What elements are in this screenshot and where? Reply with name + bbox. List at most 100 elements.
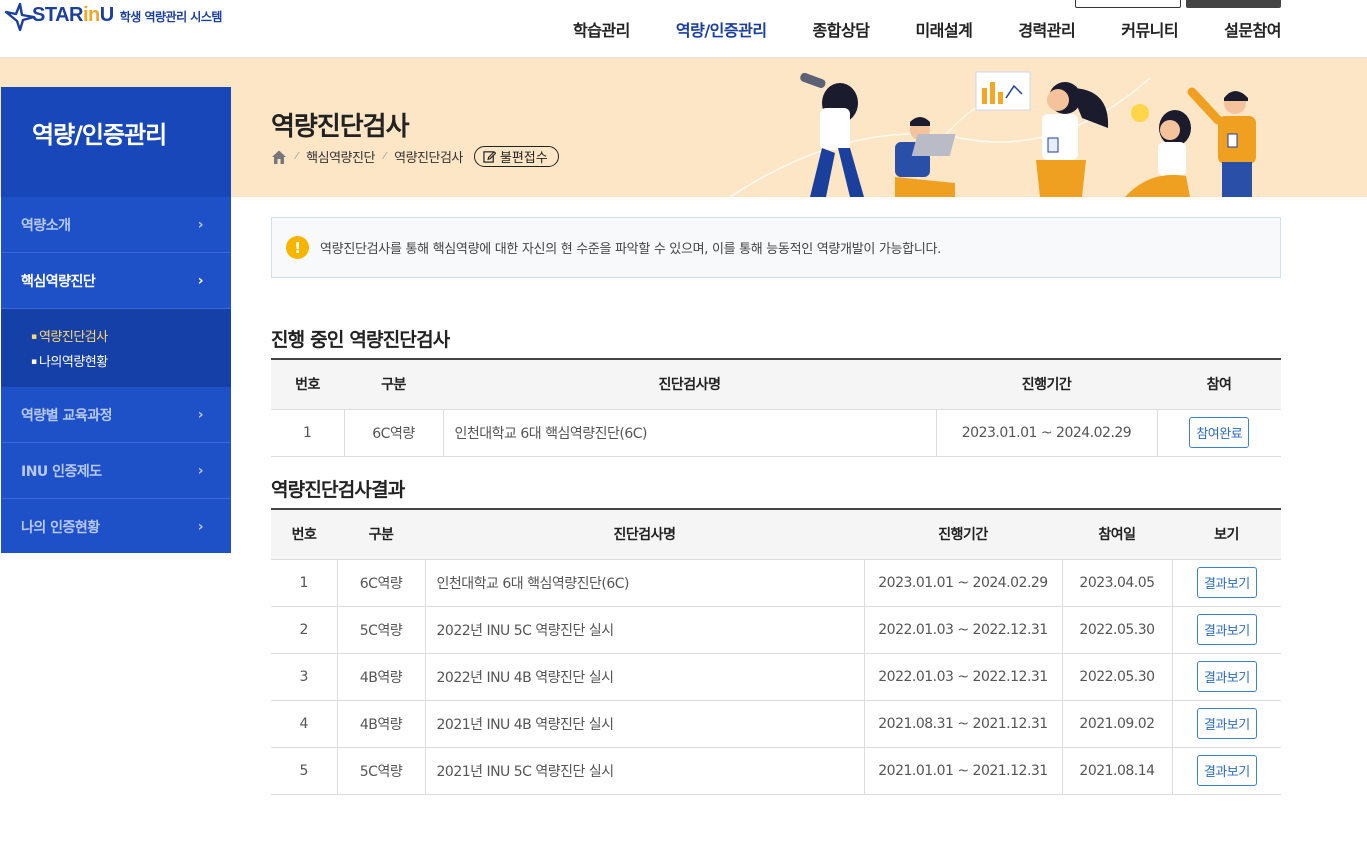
chevron-right-icon: ›	[197, 272, 204, 289]
column-header: 참여	[1157, 359, 1281, 410]
site-logo[interactable]: STARinU 학생 역량관리 시스템	[2, 2, 222, 32]
exclamation-icon: !	[286, 236, 309, 259]
cell-action: 결과보기	[1172, 700, 1281, 748]
logo-subtitle: 학생 역량관리 시스템	[119, 9, 223, 24]
breadcrumb-item[interactable]: 역량진단검사	[394, 147, 463, 166]
cell-period: 2021.08.31 ~ 2021.12.31	[864, 700, 1063, 748]
report-inconvenience-button[interactable]: 불편접수	[473, 146, 559, 167]
sidebar-item-intro[interactable]: 역량소개 ›	[1, 197, 231, 253]
logo-u-text: U	[99, 3, 114, 26]
breadcrumb-item[interactable]: 핵심역량진단	[306, 147, 375, 166]
cell-no: 4	[271, 700, 338, 748]
ongoing-section-title: 진행 중인 역량진단검사	[271, 329, 450, 351]
view-result-button[interactable]: 결과보기	[1196, 708, 1257, 739]
chevron-right-icon: ›	[197, 519, 204, 535]
nav-community[interactable]: 커뮤니티	[1121, 17, 1178, 41]
chevron-right-icon: ›	[197, 216, 204, 233]
column-header: 진행기간	[936, 359, 1157, 410]
cell-no: 1	[271, 409, 345, 457]
notice-text: 역량진단검사를 통해 핵심역량에 대한 자신의 현 수준을 파악할 수 있으며,…	[320, 242, 941, 257]
sidebar-item-label: INU 인증제도	[21, 463, 102, 480]
cell-name: 인천대학교 6대 핵심역량진단(6C)	[443, 409, 937, 457]
column-header: 구분	[337, 509, 425, 560]
star-logo-icon	[4, 2, 36, 32]
cell-type: 6C역량	[344, 409, 444, 457]
nav-competency[interactable]: 역량/인증관리	[676, 17, 767, 41]
cell-period: 2023.01.01 ~ 2024.02.29	[864, 559, 1063, 607]
breadcrumb-separator: ⁄	[296, 151, 298, 162]
cell-no: 5	[271, 747, 338, 795]
cell-name: 2021년 INU 5C 역량진단 실시	[425, 747, 865, 795]
results-section-title: 역량진단검사결과	[271, 479, 405, 501]
cell-period: 2022.01.03 ~ 2022.12.31	[864, 653, 1063, 701]
cell-type: 4B역량	[337, 700, 426, 748]
cell-action: 결과보기	[1172, 653, 1281, 701]
nav-future[interactable]: 미래설계	[915, 17, 972, 41]
sidebar-item-label: 핵심역량진단	[21, 273, 96, 290]
table-header-row: 번호 구분 진단검사명 진행기간 참여	[271, 359, 1281, 410]
submenu-item-my-status[interactable]: 나의역량현황	[31, 350, 231, 375]
table-row: 5 5C역량 2021년 INU 5C 역량진단 실시 2021.01.01 ~…	[271, 747, 1281, 795]
participation-complete-button[interactable]: 참여완료	[1189, 417, 1250, 448]
sidebar-item-core-diagnosis[interactable]: 핵심역량진단 ›	[1, 253, 231, 309]
cell-name: 2022년 INU 4B 역량진단 실시	[425, 653, 865, 701]
column-header: 번호	[271, 509, 337, 560]
results-table: 번호 구분 진단검사명 진행기간 참여일 보기 1 6C역량 인천대학교 6대 …	[271, 508, 1281, 795]
column-header: 구분	[344, 359, 443, 410]
cell-type: 5C역량	[337, 747, 426, 795]
column-header: 진단검사명	[425, 509, 864, 560]
view-result-button[interactable]: 결과보기	[1196, 661, 1257, 692]
top-util-button-2[interactable]	[1186, 0, 1281, 8]
cell-date: 2022.05.30	[1062, 653, 1173, 701]
ongoing-table: 번호 구분 진단검사명 진행기간 참여 1 6C역량 인천대학교 6대 핵심역량…	[271, 358, 1281, 457]
home-icon[interactable]	[271, 149, 287, 165]
cell-name: 2022년 INU 5C 역량진단 실시	[425, 606, 865, 654]
sidebar-submenu: 역량진단검사 나의역량현황	[1, 309, 231, 387]
table-row: 3 4B역량 2022년 INU 4B 역량진단 실시 2022.01.03 ~…	[271, 653, 1281, 701]
logo-star-text: STAR	[32, 3, 83, 26]
top-util-button-1[interactable]	[1075, 0, 1181, 8]
logo-in-text: in	[82, 3, 100, 26]
sidebar-item-label: 역량별 교육과정	[21, 407, 113, 424]
cell-date: 2023.04.05	[1062, 559, 1173, 607]
cell-action: 참여완료	[1157, 409, 1281, 457]
cell-date: 2021.08.14	[1062, 747, 1173, 795]
table-row: 1 6C역량 인천대학교 6대 핵심역량진단(6C) 2023.01.01 ~ …	[271, 409, 1281, 457]
cell-no: 2	[271, 606, 338, 654]
nav-learning[interactable]: 학습관리	[573, 17, 630, 41]
cell-action: 결과보기	[1172, 559, 1281, 607]
cell-period: 2023.01.01 ~ 2024.02.29	[936, 409, 1158, 457]
cell-no: 3	[271, 653, 338, 701]
cell-period: 2021.01.01 ~ 2021.12.31	[864, 747, 1063, 795]
view-result-button[interactable]: 결과보기	[1196, 755, 1257, 786]
breadcrumb: ⁄ 핵심역량진단 ⁄ 역량진단검사 불편접수	[271, 146, 559, 167]
submenu-item-diagnosis-test[interactable]: 역량진단검사	[31, 325, 231, 350]
cell-name: 인천대학교 6대 핵심역량진단(6C)	[425, 559, 865, 607]
breadcrumb-separator: ⁄	[383, 151, 386, 162]
column-header: 참여일	[1062, 509, 1172, 560]
nav-career[interactable]: 경력관리	[1018, 17, 1075, 41]
view-result-button[interactable]: 결과보기	[1196, 567, 1257, 598]
chevron-right-icon: ›	[197, 406, 204, 423]
sidebar-item-label: 나의 인증현황	[21, 520, 100, 536]
cell-type: 6C역량	[337, 559, 426, 607]
nav-counseling[interactable]: 종합상담	[813, 17, 870, 41]
edit-icon	[483, 151, 496, 163]
cell-action: 결과보기	[1172, 606, 1281, 654]
cell-period: 2022.01.03 ~ 2022.12.31	[864, 606, 1063, 654]
column-header: 진행기간	[864, 509, 1062, 560]
table-row: 4 4B역량 2021년 INU 4B 역량진단 실시 2021.08.31 ~…	[271, 700, 1281, 748]
view-result-button[interactable]: 결과보기	[1196, 614, 1257, 645]
site-header: STARinU 학생 역량관리 시스템 학습관리 역량/인증관리 종합상담 미래…	[0, 0, 1367, 58]
sidebar-item-courses[interactable]: 역량별 교육과정 ›	[1, 387, 231, 443]
nav-survey[interactable]: 설문참여	[1224, 17, 1281, 41]
logo-wordmark: STARinU	[32, 4, 114, 27]
cell-no: 1	[271, 559, 338, 607]
chevron-right-icon: ›	[197, 462, 204, 479]
cell-name: 2021년 INU 4B 역량진단 실시	[425, 700, 865, 748]
global-nav: 학습관리 역량/인증관리 종합상담 미래설계 경력관리 커뮤니티 설문참여	[527, 17, 1282, 41]
sidebar-item-certification[interactable]: INU 인증제도 ›	[1, 443, 231, 499]
sidebar-item-my-cert[interactable]: 나의 인증현황 ›	[1, 499, 231, 555]
cell-type: 4B역량	[337, 653, 426, 701]
sidebar-title: 역량/인증관리	[1, 87, 231, 197]
